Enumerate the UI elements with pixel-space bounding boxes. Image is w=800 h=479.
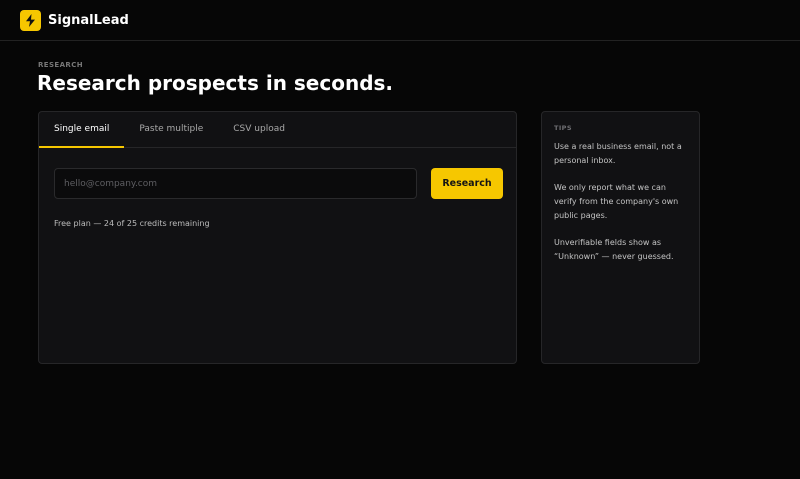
credits-remaining: Free plan — 24 of 25 credits remaining xyxy=(54,219,210,228)
tab-csv-upload[interactable]: CSV upload xyxy=(218,112,300,147)
tips-panel: TIPS Use a real business email, not a pe… xyxy=(541,111,700,364)
input-mode-tabs: Single email Paste multiple CSV upload xyxy=(39,112,516,148)
email-input[interactable] xyxy=(54,168,417,199)
tab-paste-multiple[interactable]: Paste multiple xyxy=(124,112,218,147)
brand-name[interactable]: SignalLead xyxy=(48,13,129,28)
lightning-bolt-icon[interactable] xyxy=(20,9,41,31)
top-bar: SignalLead xyxy=(0,0,800,41)
research-button[interactable]: Research xyxy=(431,168,503,199)
section-eyebrow: RESEARCH xyxy=(38,61,83,69)
research-card: Single email Paste multiple CSV upload R… xyxy=(38,111,517,364)
tip-item: We only report what we can verify from t… xyxy=(554,183,679,220)
page-title: Research prospects in seconds. xyxy=(37,71,394,95)
tab-single-email[interactable]: Single email xyxy=(39,112,125,148)
tip-item: Unverifiable fields show as “Unknown” — … xyxy=(554,238,674,261)
tips-heading: TIPS xyxy=(554,124,572,132)
tip-item: Use a real business email, not a persona… xyxy=(554,142,682,165)
